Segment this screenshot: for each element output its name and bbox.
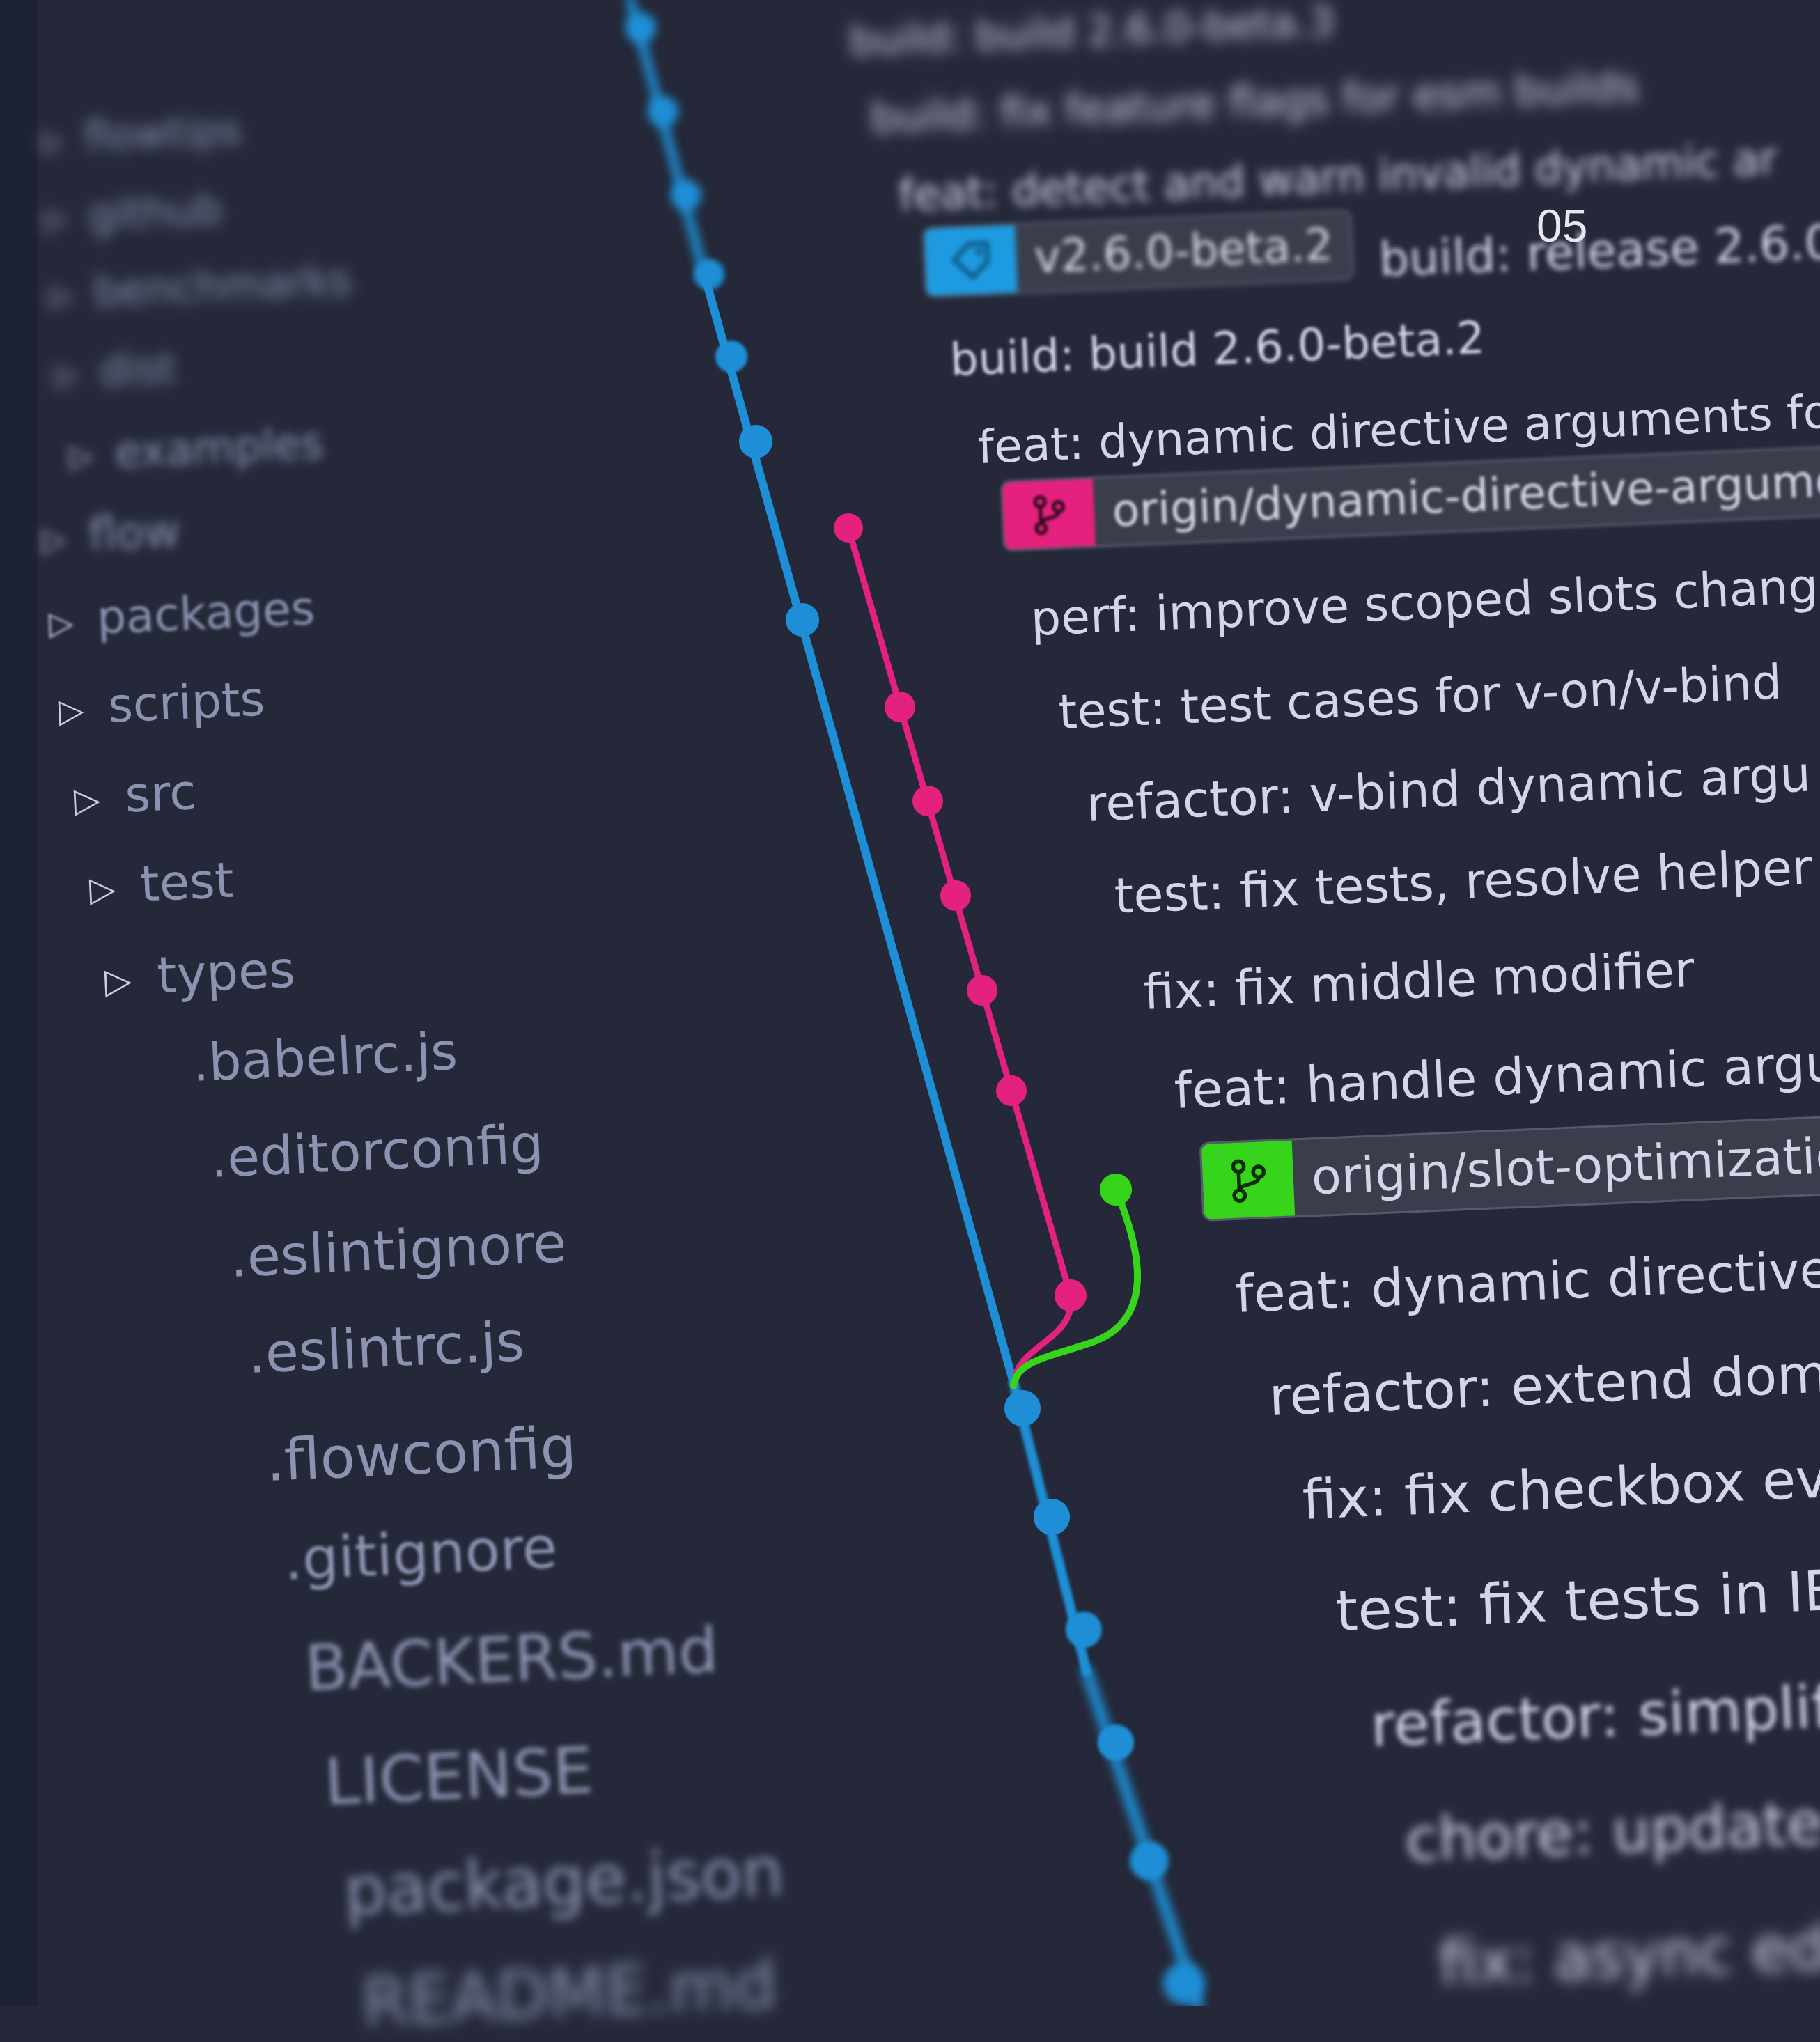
slide-number: 05 [1537, 200, 1588, 251]
commit-node[interactable] [996, 1075, 1027, 1106]
git-branch-icon [1002, 478, 1096, 550]
commit-node[interactable] [694, 259, 724, 290]
git-branch-icon [1201, 1140, 1296, 1219]
tag-icon [924, 225, 1018, 296]
git-client-window: ▷ flowtips ▷ github ▷ benchmarks ▷ dist ▷ example… [0, 0, 1820, 2042]
commit-node[interactable] [1055, 1279, 1087, 1311]
commit-node[interactable] [1100, 1174, 1132, 1206]
commit-node[interactable] [1066, 1612, 1102, 1648]
commit-node[interactable] [912, 786, 943, 816]
commit-node[interactable] [1098, 1724, 1134, 1761]
commit-node[interactable] [715, 341, 747, 373]
commit-node[interactable] [967, 975, 997, 1006]
commit-node[interactable] [786, 603, 819, 637]
commit-node[interactable] [1004, 1390, 1041, 1426]
tag-label: v2.6.0-beta.2 [1033, 219, 1335, 284]
commit-node[interactable] [739, 425, 772, 458]
commit-node[interactable] [625, 13, 656, 43]
commit-node[interactable] [648, 96, 678, 127]
commit-node[interactable] [885, 692, 915, 722]
commit-node[interactable] [834, 513, 863, 543]
commit-node[interactable] [1163, 1963, 1205, 2004]
commit-node[interactable] [1130, 1841, 1169, 1880]
dynamic-branch-line [845, 524, 1074, 1379]
commit-node[interactable] [671, 180, 701, 210]
commit-message[interactable]: chore: update c [1404, 1786, 1820, 1876]
commit-node[interactable] [1034, 1499, 1070, 1535]
branch-label: origin/slot-optimizatio [1310, 1126, 1820, 1206]
commit-node[interactable] [940, 880, 971, 911]
main-branch-line [1081, 1666, 1204, 2006]
commit-message[interactable]: fix: async edg [1438, 1910, 1820, 2000]
